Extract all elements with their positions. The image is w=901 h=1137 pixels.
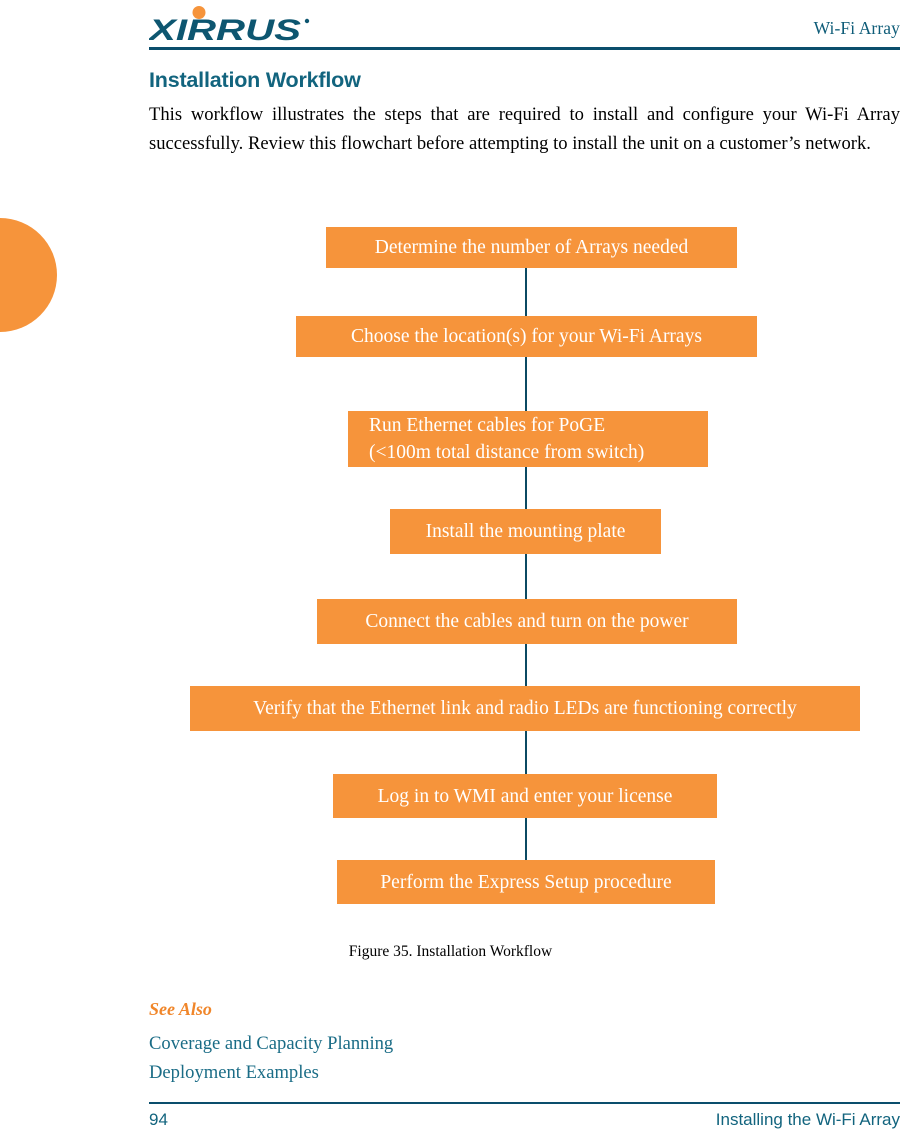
header-title: Wi-Fi Array (813, 18, 900, 38)
see-also-link-coverage-and-capacity-planning[interactable]: Coverage and Capacity Planning (149, 1029, 749, 1058)
flow-connector-1 (525, 268, 527, 322)
page-title: Installation Workflow (149, 68, 361, 92)
footer-chapter-title: Installing the Wi-Fi Array (715, 1110, 900, 1129)
header-rule (149, 47, 900, 50)
footer-page-number: 94 (149, 1110, 168, 1129)
intro-paragraph: This workflow illustrates the steps that… (149, 104, 900, 154)
see-also-heading: See Also (149, 999, 212, 1019)
flow-step-4-label: Install the mounting plate (425, 521, 626, 542)
page-header: XIRRUS Wi-Fi Array (149, 0, 900, 52)
flow-step-8-label: Perform the Express Setup procedure (380, 871, 672, 893)
flow-step-4[interactable]: Install the mounting plate (390, 509, 661, 554)
flow-step-7[interactable]: Log in to WMI and enter your license (333, 774, 717, 818)
flow-step-2[interactable]: Choose the location(s) for your Wi-Fi Ar… (296, 316, 757, 357)
flow-step-2-label: Choose the location(s) for your Wi-Fi Ar… (351, 326, 702, 347)
xirrus-logo-icon: XIRRUS (149, 6, 329, 44)
flow-connector-3 (525, 467, 527, 509)
flow-connector-2 (525, 357, 527, 412)
flow-step-3-label: Run Ethernet cables for PoGE (<100m tota… (369, 415, 645, 463)
flow-step-3[interactable]: Run Ethernet cables for PoGE (<100m tota… (348, 411, 708, 467)
flow-step-5-label: Connect the cables and turn on the power (365, 611, 689, 632)
see-also-link-deployment-examples[interactable]: Deployment Examples (149, 1058, 749, 1087)
installation-workflow-flowchart: Determine the number of Arrays needed Ch… (0, 215, 901, 915)
flow-step-6[interactable]: Verify that the Ethernet link and radio … (190, 686, 860, 731)
flow-step-5[interactable]: Connect the cables and turn on the power (317, 599, 737, 644)
flow-step-1-label: Determine the number of Arrays needed (374, 237, 689, 258)
flow-step-8[interactable]: Perform the Express Setup procedure (337, 860, 715, 904)
flow-step-6-label: Verify that the Ethernet link and radio … (253, 698, 797, 719)
footer-rule (149, 1102, 900, 1104)
flow-step-1[interactable]: Determine the number of Arrays needed (326, 227, 737, 268)
svg-text:XIRRUS: XIRRUS (149, 14, 301, 44)
figure-caption: Figure 35. Installation Workflow (348, 943, 553, 960)
flow-step-7-label: Log in to WMI and enter your license (377, 785, 673, 807)
see-also-list: Coverage and Capacity Planning Deploymen… (149, 1029, 749, 1087)
